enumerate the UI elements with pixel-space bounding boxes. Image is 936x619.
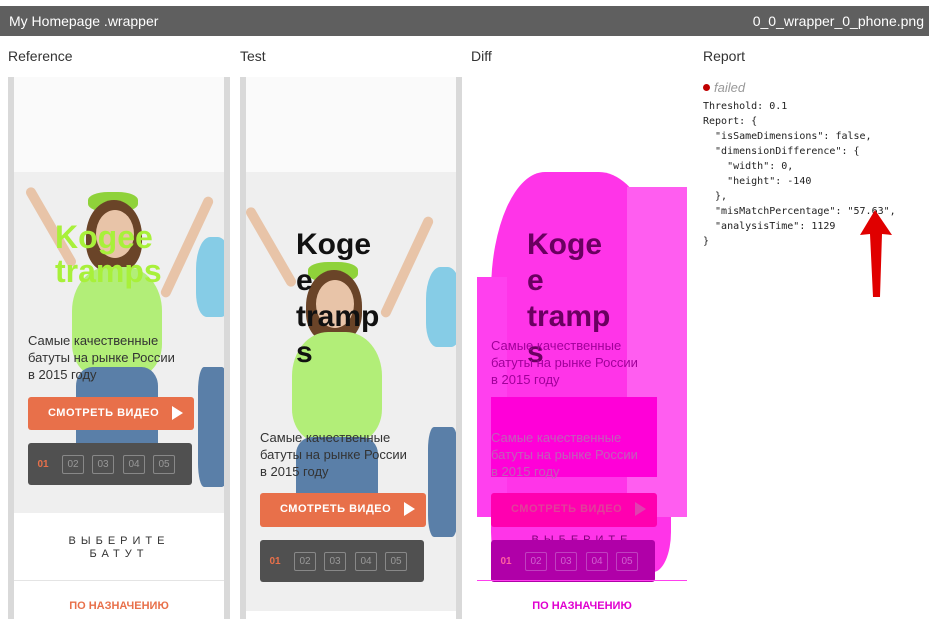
diff-subtitle-ref: Самые качественные батуты на рынке Росси…	[491, 338, 638, 387]
boy-photo	[192, 197, 224, 497]
site-logo: Kogee tramps	[55, 219, 162, 289]
watch-video-button[interactable]: СМОТРЕТЬ ВИДЕО	[28, 397, 194, 430]
page-03[interactable]: 03	[324, 552, 346, 571]
choose-heading: ВЫБЕРИТЕ БАТУТ	[68, 535, 170, 560]
diff-video-button: СМОТРЕТЬ ВИДЕО	[491, 493, 657, 527]
report-heading: Report	[703, 48, 746, 64]
title-bar: My Homepage .wrapper 0_0_wrapper_0_phone…	[0, 6, 929, 36]
scenario-title: My Homepage .wrapper	[9, 13, 159, 29]
test-heading: Test	[240, 48, 266, 64]
diff-pager: 01 02 03 04 05	[491, 540, 655, 582]
hero-subtitle: Самые качественные батуты на рынке Росси…	[260, 430, 407, 479]
page-04[interactable]: 04	[355, 552, 377, 571]
status-dot-icon	[703, 84, 710, 91]
page-05[interactable]: 05	[153, 455, 175, 474]
page-03[interactable]: 03	[92, 455, 114, 474]
purpose-link[interactable]: ПО НАЗНАЧЕНИЮ	[14, 600, 224, 612]
page-02[interactable]: 02	[294, 552, 316, 571]
site-logo: Koge e tramp s	[296, 228, 380, 369]
diff-subtitle-test: Самые качественные батуты на рынке Росси…	[491, 430, 638, 479]
diff-image[interactable]: Koge e tramp s Самые качественные батуты…	[471, 77, 693, 619]
play-icon	[404, 502, 415, 516]
status-label: failed	[703, 80, 896, 95]
test-image[interactable]: Koge e tramp s Самые качественные батуты…	[240, 77, 462, 619]
play-icon	[172, 406, 183, 420]
page-05[interactable]: 05	[385, 552, 407, 571]
page-01[interactable]: 01	[264, 552, 286, 571]
watch-video-button[interactable]: СМОТРЕТЬ ВИДЕО	[260, 493, 426, 527]
reference-image[interactable]: Kogee tramps Самые качественные батуты н…	[8, 77, 230, 619]
boy-photo	[422, 227, 456, 547]
slide-pager: 01 02 03 04 05	[28, 443, 192, 485]
section-divider	[14, 580, 224, 581]
diff-heading: Diff	[471, 48, 492, 64]
red-arrow-icon	[860, 210, 892, 297]
diff-purpose: ПО НАЗНАЧЕНИЮ	[532, 600, 632, 612]
diff-divider	[477, 580, 687, 581]
page-04[interactable]: 04	[123, 455, 145, 474]
hero-section: Koge e tramp s Самые качественные батуты…	[246, 77, 456, 611]
hero-subtitle: Самые качественные батуты на рынке Росси…	[28, 333, 175, 382]
reference-heading: Reference	[8, 48, 73, 64]
slide-pager: 01 02 03 04 05	[260, 540, 424, 582]
file-name: 0_0_wrapper_0_phone.png	[752, 13, 924, 29]
hero-section: Kogee tramps Самые качественные батуты н…	[14, 77, 224, 513]
page-01[interactable]: 01	[32, 455, 54, 474]
page-02[interactable]: 02	[62, 455, 84, 474]
